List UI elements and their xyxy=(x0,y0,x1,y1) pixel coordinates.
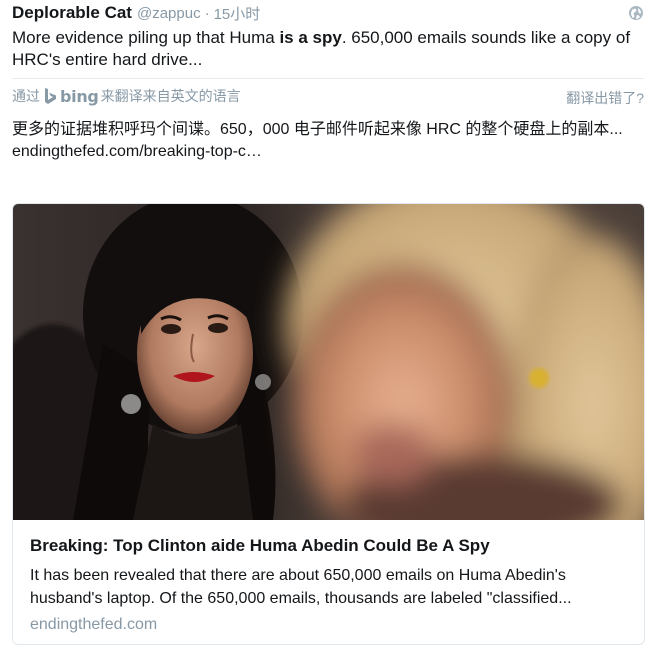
card-description: It has been revealed that there are abou… xyxy=(30,567,572,607)
tweet: Deplorable Cat @zappuc · 15小时 More evide… xyxy=(12,0,644,163)
card-domain[interactable]: endingthefed.com xyxy=(30,616,626,634)
tweet-text: More evidence piling up that Huma is a s… xyxy=(12,27,644,71)
bing-logo[interactable]: bing xyxy=(44,87,99,106)
translated-via-label: 通过 xyxy=(12,88,40,104)
globe-icon xyxy=(628,5,644,21)
card-image[interactable] xyxy=(13,204,644,520)
tweet-text-part: More evidence piling up that Huma xyxy=(12,28,280,47)
translated-text: 更多的证据堆积呼玛个间谍。650，000 电子邮件听起来像 HRC 的整个硬盘上… xyxy=(12,121,623,138)
bing-wordmark: bing xyxy=(60,86,99,106)
card-title[interactable]: Breaking: Top Clinton aide Huma Abedin C… xyxy=(30,534,626,558)
wrong-translation-link[interactable]: 翻译出错了? xyxy=(566,88,644,108)
translation-source-label: 来翻译来自英文的语言 xyxy=(100,88,241,104)
tweet-header: Deplorable Cat @zappuc · 15小时 xyxy=(12,0,644,26)
translated-link[interactable]: endingthefed.com/breaking-top-c… xyxy=(12,141,644,163)
bing-icon xyxy=(45,88,56,104)
tweet-text-bold: is a spy xyxy=(279,28,342,47)
author-name[interactable]: Deplorable Cat xyxy=(12,3,132,23)
card-body: Breaking: Top Clinton aide Huma Abedin C… xyxy=(13,520,644,634)
separator-dot: · xyxy=(204,4,210,22)
author-handle[interactable]: @zappuc xyxy=(137,5,201,22)
link-card[interactable]: Breaking: Top Clinton aide Huma Abedin C… xyxy=(12,203,645,645)
tweet-timestamp[interactable]: 15小时 xyxy=(214,3,261,24)
translation-bar: 通过 bing 来翻译来自英文的语言 翻译出错了? xyxy=(12,79,644,113)
